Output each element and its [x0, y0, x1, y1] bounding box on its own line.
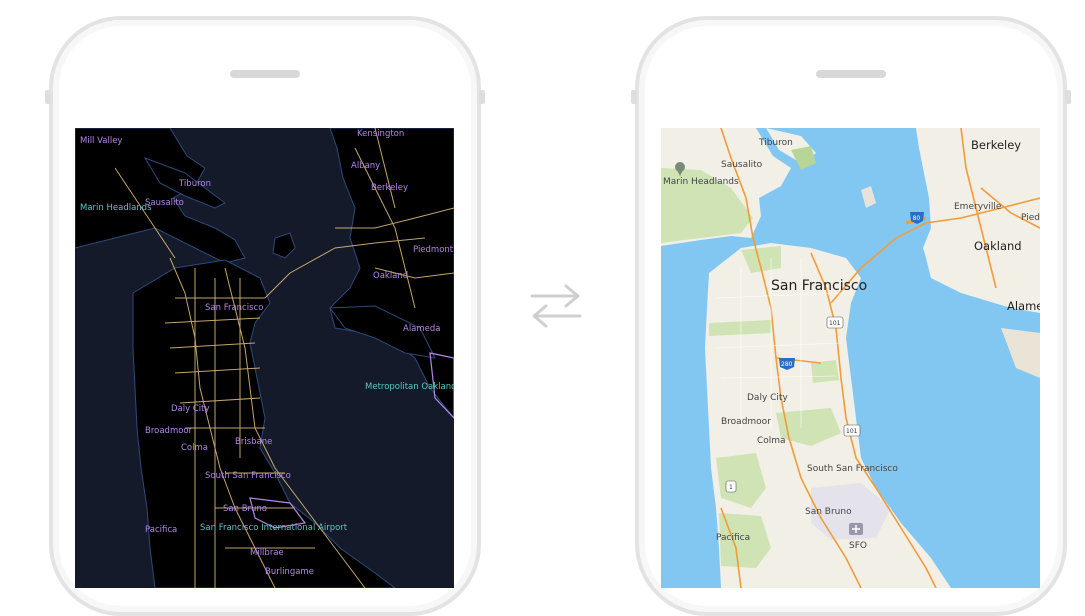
label-oakland: Oakland: [974, 239, 1022, 253]
label-emeryville: Emeryville: [954, 202, 1002, 212]
label-mill-valley: Mill Valley: [80, 136, 122, 146]
svg-text:101: 101: [846, 428, 858, 435]
label-daly-city: Daly City: [747, 393, 788, 403]
label-san-francisco: San Francisco: [205, 303, 263, 313]
dark-map[interactable]: Mill Valley Tiburon Marin Headlands Saus…: [75, 128, 454, 588]
label-sausalito: Sausalito: [145, 198, 184, 208]
label-san-francisco: San Francisco: [771, 278, 867, 294]
light-map-mclaren-park: [811, 360, 839, 383]
label-piedmont: Piedmont: [413, 245, 454, 255]
label-alameda: Alame: [1007, 299, 1040, 313]
light-map[interactable]: 80 101 280 101 1 Tiburon Sausalito Marin…: [661, 128, 1040, 588]
svg-text:101: 101: [829, 320, 841, 327]
label-san-bruno: San Bruno: [805, 507, 852, 517]
label-sfo: San Francisco International Airport: [200, 523, 348, 533]
light-map-screen[interactable]: 80 101 280 101 1 Tiburon Sausalito Marin…: [661, 128, 1040, 588]
label-daly-city: Daly City: [171, 404, 210, 414]
label-brisbane: Brisbane: [235, 437, 272, 447]
svg-text:280: 280: [781, 361, 793, 368]
label-south-san-francisco: South San Francisco: [205, 471, 291, 481]
label-marin-headlands: Marin Headlands: [80, 203, 152, 213]
label-broadmoor: Broadmoor: [145, 426, 193, 436]
label-pacifica: Pacifica: [145, 525, 177, 535]
label-south-san-francisco: South San Francisco: [807, 464, 898, 474]
shield-ca1-icon: 1: [725, 480, 737, 493]
label-albany: Albany: [351, 161, 380, 171]
label-metropolitan-oakland: Metropolitan Oakland In: [365, 382, 454, 392]
phone-speaker: [816, 70, 886, 78]
label-tiburon: Tiburon: [178, 179, 211, 189]
label-colma: Colma: [757, 436, 786, 446]
shield-us101-icon: 101: [843, 424, 861, 437]
svg-text:80: 80: [913, 215, 921, 222]
phone-speaker: [230, 70, 300, 78]
label-pacifica: Pacifica: [716, 533, 750, 543]
label-tiburon: Tiburon: [758, 138, 793, 148]
airport-icon: [849, 523, 863, 535]
swap-arrows-icon[interactable]: [530, 282, 582, 330]
phone-frame-right: 80 101 280 101 1 Tiburon Sausalito Marin…: [631, 16, 1071, 616]
label-sausalito: Sausalito: [721, 160, 763, 170]
dark-map-screen[interactable]: Mill Valley Tiburon Marin Headlands Saus…: [75, 128, 454, 588]
shield-us101-icon: 101: [826, 316, 844, 329]
phone-frame-left: Mill Valley Tiburon Marin Headlands Saus…: [45, 16, 485, 616]
label-broadmoor: Broadmoor: [721, 417, 771, 427]
label-san-bruno: San Bruno: [223, 504, 267, 514]
label-berkeley: Berkeley: [971, 138, 1021, 152]
label-alameda: Alameda: [403, 324, 441, 334]
label-colma: Colma: [181, 443, 208, 453]
label-oakland: Oakland: [373, 271, 408, 281]
label-sfo: SFO: [849, 541, 867, 551]
label-kensington: Kensington: [357, 129, 404, 139]
label-marin-headlands: Marin Headlands: [663, 177, 739, 187]
label-piedmont: Pied: [1021, 213, 1040, 223]
label-berkeley: Berkeley: [371, 183, 408, 193]
label-millbrae: Millbrae: [250, 548, 284, 558]
svg-text:1: 1: [729, 484, 733, 491]
